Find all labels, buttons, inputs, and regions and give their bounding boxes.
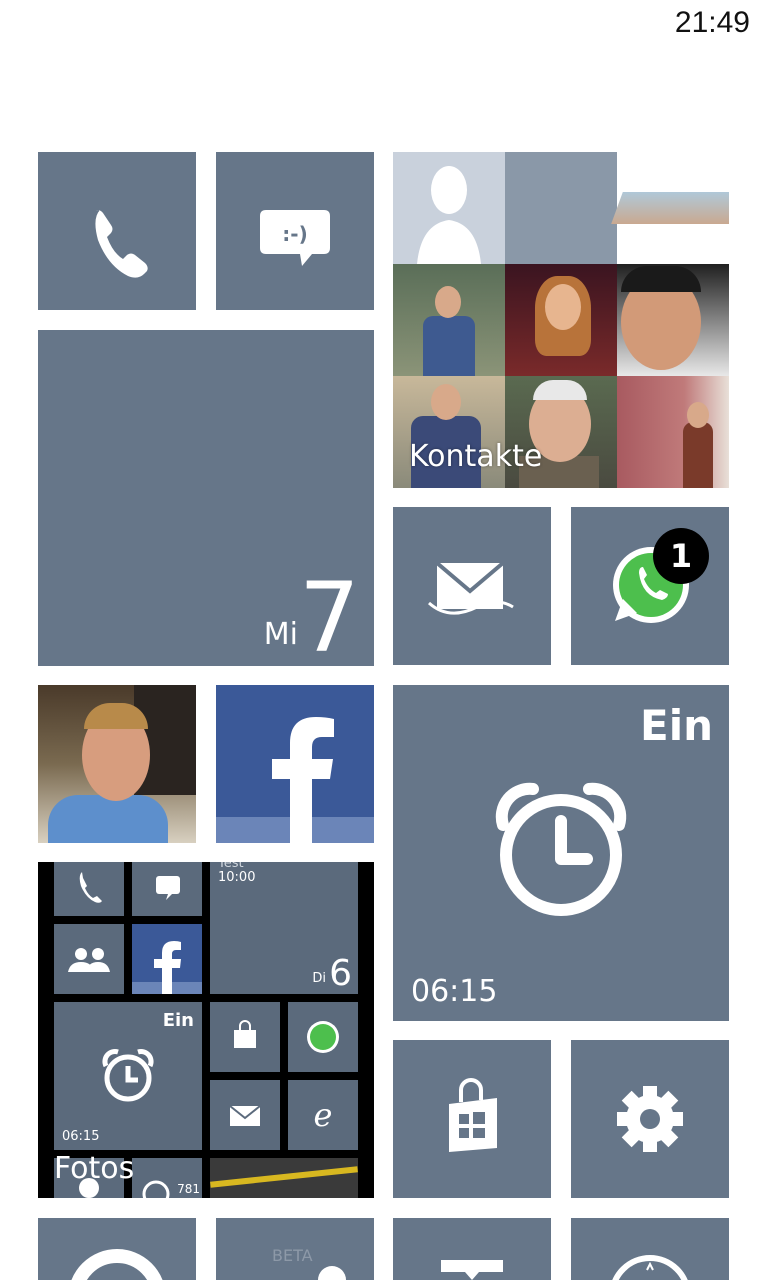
feeds-icon: [71, 1249, 163, 1280]
preview-alarm-tile: Ein 06:15: [54, 1002, 202, 1150]
preview-messaging-tile: [132, 862, 202, 916]
preview-alarm-time: 06:15: [62, 1129, 100, 1144]
preview-phone-tile: [54, 862, 124, 916]
feeds-tile[interactable]: [38, 1218, 196, 1280]
notification-badge: 1: [653, 528, 709, 584]
contact-photo: [617, 376, 729, 488]
preview-feeds-tile: 781: [132, 1158, 202, 1198]
tray-icon: [441, 1260, 503, 1280]
calendar-day: Mi: [263, 617, 298, 652]
preview-calendar-time: 10:00: [218, 870, 256, 885]
beta-label: BETA: [272, 1246, 313, 1265]
alarm-clock-icon: [495, 782, 627, 916]
phone-icon: [95, 210, 148, 278]
whatsapp-tile[interactable]: 1: [571, 507, 729, 665]
photos-label: Fotos: [54, 1151, 135, 1186]
preview-calendar-date: 6: [329, 953, 352, 994]
status-time: 21:49: [674, 6, 750, 39]
store-tile[interactable]: [393, 1040, 551, 1198]
contacts-label: Kontakte: [409, 439, 543, 474]
messages-app-tile[interactable]: [393, 1218, 551, 1280]
avatar-placeholder: [393, 152, 505, 264]
preview-store-tile: [210, 1002, 280, 1072]
whatsapp-icon: [613, 547, 689, 623]
preview-ie-tile: e: [288, 1080, 358, 1150]
contact-photo: [393, 264, 505, 376]
facebook-icon: [272, 717, 334, 843]
contacts-tile[interactable]: Kontakte: [393, 152, 729, 488]
calendar-tile[interactable]: Mi 7: [38, 330, 374, 666]
calendar-date: 7: [298, 562, 360, 666]
preview-whatsapp-tile: [288, 1002, 358, 1072]
contact-photo: [617, 264, 729, 376]
svg-text:e: e: [314, 1096, 333, 1134]
preview-feed-count: 781: [177, 1182, 200, 1196]
svg-text::-): :-): [282, 222, 307, 246]
preview-maps-tile: [210, 1158, 358, 1198]
message-smiley-icon: :-): [260, 210, 330, 266]
alarm-tile[interactable]: Ein 06:15: [393, 685, 729, 1021]
mail-icon: [427, 561, 514, 615]
messaging-tile[interactable]: :-): [216, 152, 374, 310]
facebook-tile[interactable]: [216, 685, 374, 843]
compass-icon: [612, 1255, 688, 1280]
compass-tile[interactable]: [571, 1218, 729, 1280]
store-icon: [449, 1078, 497, 1152]
phone-tile[interactable]: [38, 152, 196, 310]
preview-calendar-tile: Test 10:00 Di 6: [210, 862, 358, 994]
preview-people-tile: [54, 924, 124, 994]
alarm-time: 06:15: [411, 974, 498, 1009]
gear-icon: [617, 1086, 683, 1152]
preview-calendar-day: Di: [312, 971, 326, 986]
preview-mail-tile: [210, 1080, 280, 1150]
preview-facebook-tile: [132, 924, 202, 994]
photos-tile[interactable]: Test 10:00 Di 6 Ein 06:15 e 781 Fotos: [38, 862, 374, 1198]
me-photo-tile[interactable]: [38, 685, 196, 843]
settings-tile[interactable]: [571, 1040, 729, 1198]
contact-photo: [505, 264, 617, 376]
mail-tile[interactable]: [393, 507, 551, 665]
beta-app-tile[interactable]: BETA: [216, 1218, 374, 1280]
